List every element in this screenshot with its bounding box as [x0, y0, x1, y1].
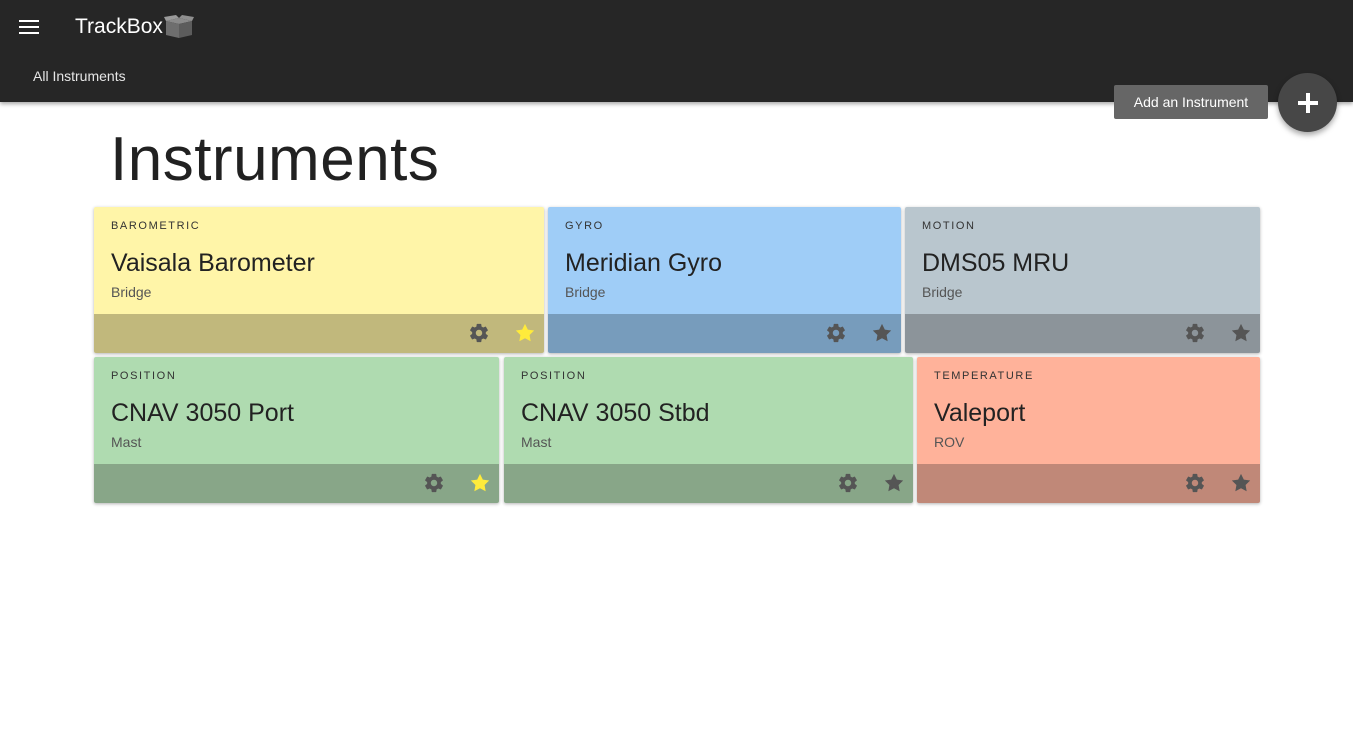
card-actions — [905, 314, 1260, 353]
star-icon[interactable] — [1230, 322, 1252, 344]
card-location: Mast — [521, 434, 552, 450]
card-name: Meridian Gyro — [565, 249, 722, 277]
card-actions — [548, 314, 901, 353]
plus-icon — [1297, 92, 1318, 113]
card-type: TEMPERATURE — [934, 370, 1034, 382]
brand[interactable]: TrackBox — [75, 14, 194, 40]
card-type: BAROMETRIC — [111, 220, 201, 232]
page-title: Instruments — [110, 125, 440, 194]
card-name: Valeport — [934, 399, 1026, 427]
card-type: POSITION — [521, 370, 587, 382]
star-icon[interactable] — [469, 472, 491, 494]
card-body: BAROMETRIC Vaisala Barometer Bridge — [94, 207, 544, 314]
card-body: POSITION CNAV 3050 Stbd Mast — [504, 357, 913, 464]
gear-icon[interactable] — [468, 322, 490, 344]
card-type: MOTION — [922, 220, 976, 232]
brand-name: TrackBox — [75, 15, 163, 38]
gear-icon[interactable] — [423, 472, 445, 494]
instrument-card[interactable]: MOTION DMS05 MRU Bridge — [905, 207, 1260, 353]
gear-icon[interactable] — [1184, 472, 1206, 494]
card-body: MOTION DMS05 MRU Bridge — [905, 207, 1260, 314]
card-location: ROV — [934, 434, 965, 450]
instrument-card[interactable]: POSITION CNAV 3050 Port Mast — [94, 357, 499, 503]
hamburger-icon-line — [19, 32, 39, 34]
card-location: Bridge — [111, 284, 152, 300]
card-actions — [504, 464, 913, 503]
star-icon[interactable] — [871, 322, 893, 344]
card-body: GYRO Meridian Gyro Bridge — [548, 207, 901, 314]
add-instrument-button[interactable] — [1278, 73, 1337, 132]
card-type: GYRO — [565, 220, 604, 232]
star-icon[interactable] — [514, 322, 536, 344]
hamburger-icon-line — [19, 26, 39, 28]
card-name: CNAV 3050 Stbd — [521, 399, 710, 427]
card-body: TEMPERATURE Valeport ROV — [917, 357, 1260, 464]
card-location: Mast — [111, 434, 142, 450]
instrument-card[interactable]: POSITION CNAV 3050 Stbd Mast — [504, 357, 913, 503]
gear-icon[interactable] — [837, 472, 859, 494]
instrument-card[interactable]: TEMPERATURE Valeport ROV — [917, 357, 1260, 503]
star-icon[interactable] — [883, 472, 905, 494]
card-actions — [917, 464, 1260, 503]
card-type: POSITION — [111, 370, 177, 382]
instrument-card[interactable]: GYRO Meridian Gyro Bridge — [548, 207, 901, 353]
hamburger-icon — [19, 20, 39, 22]
card-actions — [94, 464, 499, 503]
card-actions — [94, 314, 544, 353]
gear-icon[interactable] — [1184, 322, 1206, 344]
card-name: CNAV 3050 Port — [111, 399, 294, 427]
card-location: Bridge — [922, 284, 963, 300]
card-location: Bridge — [565, 284, 606, 300]
card-name: DMS05 MRU — [922, 249, 1070, 277]
card-body: POSITION CNAV 3050 Port Mast — [94, 357, 499, 464]
gear-icon[interactable] — [825, 322, 847, 344]
card-name: Vaisala Barometer — [111, 249, 315, 277]
hamburger-menu-button[interactable] — [14, 12, 44, 42]
instrument-card[interactable]: BAROMETRIC Vaisala Barometer Bridge — [94, 207, 544, 353]
nav-all-instruments[interactable]: All Instruments — [33, 68, 126, 84]
add-instrument-tooltip: Add an Instrument — [1114, 85, 1268, 119]
star-icon[interactable] — [1230, 472, 1252, 494]
box-icon — [163, 15, 194, 38]
